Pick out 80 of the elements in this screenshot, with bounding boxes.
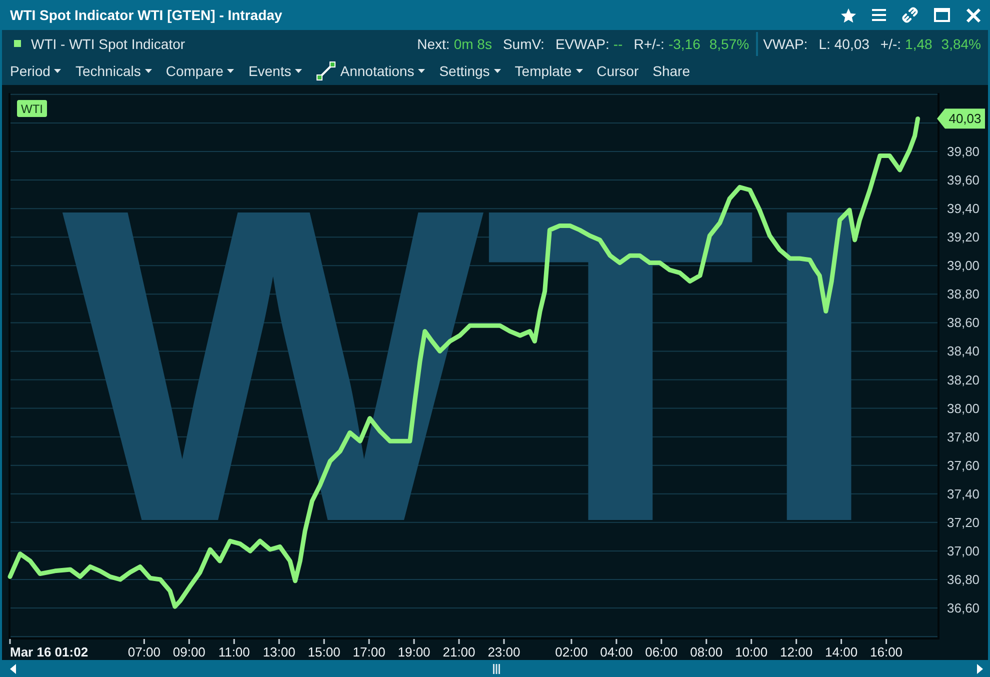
menu-icon[interactable] (872, 9, 886, 21)
toolbar-menu-button[interactable]: Events (248, 63, 302, 79)
toolbar-menu-button[interactable]: Period (10, 63, 62, 79)
stat-value: 3,84% (941, 36, 981, 52)
scrollbar-grip-icon[interactable] (493, 664, 500, 674)
star-icon[interactable] (841, 8, 856, 22)
x-axis-label: 07:00 (128, 644, 160, 660)
toolbar-menu-button[interactable]: Cursor (596, 63, 639, 79)
y-axis-label: 37,40 (947, 486, 980, 502)
stat-value: 1,48 (905, 36, 932, 52)
instrument-name: WTI - WTI Spot Indicator (31, 36, 186, 52)
x-axis-label: 23:00 (488, 644, 520, 660)
y-axis-label: 36,60 (947, 600, 980, 616)
y-axis-label: 39,60 (947, 172, 980, 188)
stat-value: -- (613, 36, 623, 52)
scroll-left-arrow-icon[interactable] (10, 664, 16, 674)
stat-label: SumV: (502, 36, 544, 52)
stat-label: +/-: (880, 36, 902, 52)
toolbar-menu-button[interactable]: Technicals (75, 63, 152, 79)
caret-icon (576, 69, 583, 73)
y-axis-label: 39,20 (947, 230, 980, 245)
caret-icon (295, 69, 302, 73)
y-axis-label: 39,80 (947, 144, 980, 159)
last-price-tag: 40,03 (937, 108, 985, 129)
caret-icon (144, 69, 152, 73)
stat-value: 40,03 (834, 36, 870, 52)
x-axis-label: 17:00 (352, 644, 386, 660)
scroll-right-arrow-icon[interactable] (977, 664, 983, 674)
stat-value: 0m 8s (454, 36, 492, 52)
y-axis-label: 38,60 (947, 315, 980, 330)
y-axis-label: 38,20 (947, 372, 980, 388)
x-axis-label: 10:00 (735, 644, 768, 660)
toolbar-menu-button[interactable]: Compare (166, 63, 234, 79)
x-axis-label: 15:00 (308, 644, 340, 660)
caret-icon (54, 69, 62, 73)
close-icon[interactable] (966, 8, 981, 22)
x-axis-label: 19:00 (398, 644, 430, 660)
x-axis-label: 21:00 (442, 644, 476, 660)
y-axis-label: 38,80 (947, 286, 980, 302)
caret-icon (494, 69, 501, 73)
maximize-icon[interactable] (934, 8, 950, 22)
y-axis-label: 37,80 (947, 429, 980, 444)
series-swatch-icon (14, 40, 21, 47)
line-tool-icon (316, 61, 336, 81)
stat-label: R+/-: (634, 36, 664, 52)
x-axis-label: 13:00 (262, 644, 296, 660)
x-axis-label: 12:00 (780, 644, 813, 660)
stat-label: L: (818, 36, 830, 52)
stat-label: Next: (417, 36, 450, 52)
stat-label: EVWAP: (555, 36, 610, 52)
x-axis-label: 02:00 (555, 644, 588, 660)
x-axis-label: 04:00 (600, 644, 633, 660)
x-axis-label: 11:00 (218, 644, 250, 660)
series-legend-tag: WTI (17, 100, 47, 117)
stat-label: VWAP: (763, 36, 808, 52)
y-axis-label: 38,40 (947, 344, 980, 359)
y-axis-label: 37,20 (947, 514, 980, 530)
window-title: WTI Spot Indicator WTI [GTEN] - Intraday (10, 7, 282, 23)
toolbar-menu-button[interactable]: Settings (439, 63, 501, 79)
caret-icon (227, 69, 234, 73)
x-axis-label: 16:00 (870, 644, 903, 660)
toolbar-menu-button[interactable]: Share (652, 63, 690, 79)
horizontal-scrollbar[interactable] (0, 660, 990, 677)
y-axis-label: 36,80 (947, 572, 980, 587)
caret-icon (418, 69, 426, 73)
x-axis-label: 09:00 (172, 644, 206, 660)
y-axis-label: 37,60 (947, 458, 980, 473)
broken-link-icon[interactable] (902, 7, 918, 23)
x-axis-label: 14:00 (825, 644, 858, 660)
y-axis-label: 37,00 (947, 543, 980, 558)
x-axis-label: Mar 16 01:02 (10, 644, 88, 660)
y-axis-label: 39,00 (947, 258, 980, 274)
toolbar-menu-button[interactable]: Annotations (316, 61, 426, 81)
x-axis-label: 08:00 (690, 644, 723, 660)
stat-value: -3,16 (668, 36, 700, 52)
toolbar-menu-button[interactable]: Template (514, 63, 583, 79)
stat-value: 8,57% (709, 36, 750, 52)
x-axis-label: 06:00 (645, 644, 678, 660)
y-axis-label: 39,40 (947, 201, 980, 216)
y-axis-label: 38,00 (947, 400, 980, 416)
